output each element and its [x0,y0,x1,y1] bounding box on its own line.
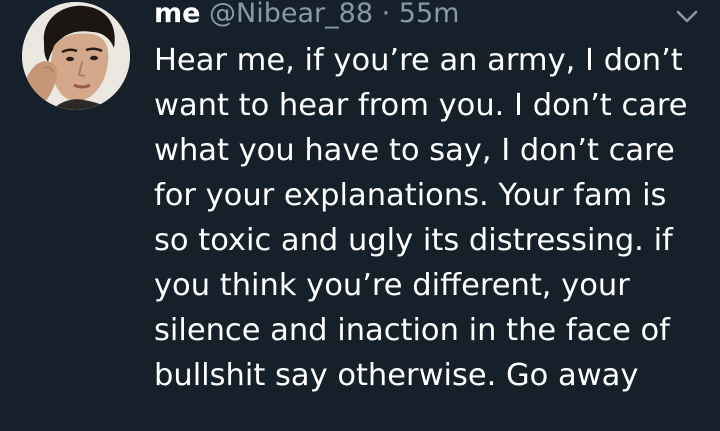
tweet-text: Hear me, if you’re an army, I don’t want… [154,38,709,398]
tweet-text-line: Hear me, if you’re an army, I don’t [154,43,683,78]
tweet-text-line: what you have to say, I don’t care [154,133,675,168]
profile-photo-icon [22,2,130,110]
chevron-down-icon[interactable] [675,9,699,25]
tweet-text-line: so toxic and ugly its distressing. if [154,223,673,258]
tweet-text-line: want to hear from you. I don’t care [154,88,688,123]
tweet-text-line: silence and inaction in the face of [154,313,670,348]
display-name[interactable]: me [154,0,200,29]
avatar[interactable] [22,2,130,110]
tweet-text-line: you think you’re different, your [154,268,630,303]
tweet-header: me @Nibear_88 · 55m [154,0,459,34]
separator-dot: · [381,0,391,29]
user-handle[interactable]: @Nibear_88 [209,0,373,29]
tweet-text-line: for your explanations. Your fam is [154,178,667,213]
tweet-text-line: bullshit say otherwise. Go away [154,358,639,393]
tweet: me @Nibear_88 · 55m Hear me, if you’re a… [0,0,720,431]
timestamp[interactable]: 55m [399,0,460,29]
